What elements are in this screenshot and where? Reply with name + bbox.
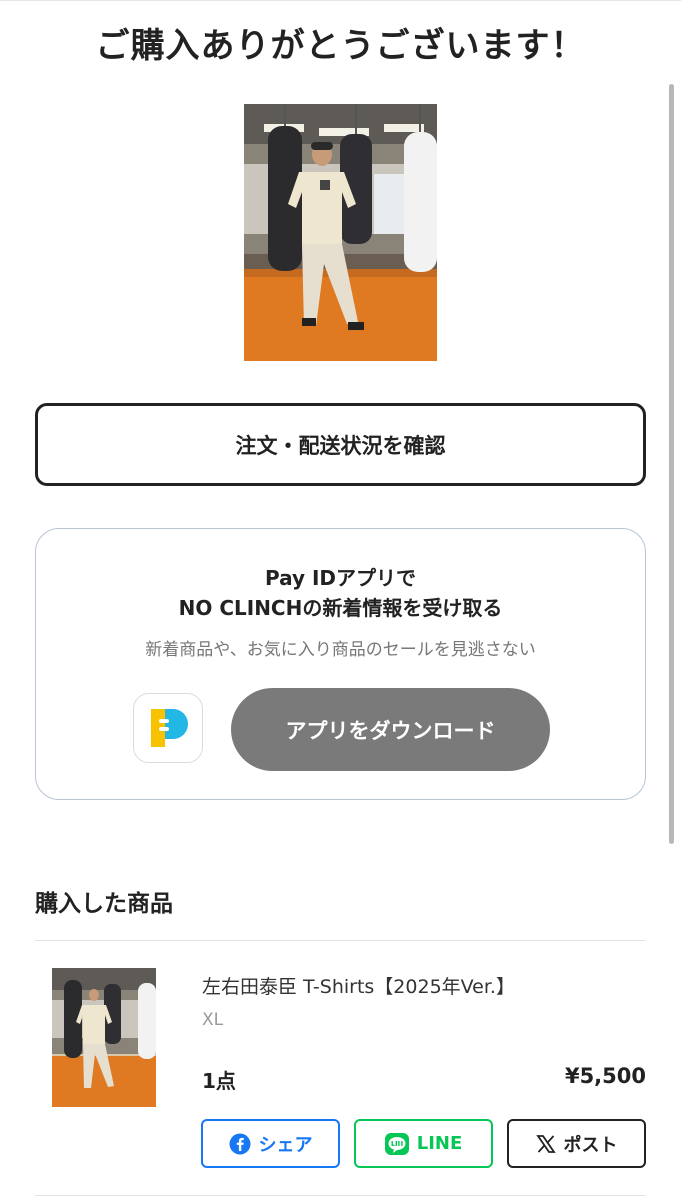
page-title: ご購入ありがとうございます！	[95, 26, 586, 66]
top-divider	[0, 0, 681, 1]
scrollbar[interactable]	[669, 84, 674, 844]
line-share-button[interactable]: LINE	[354, 1119, 493, 1168]
facebook-share-button[interactable]: シェア	[201, 1119, 340, 1168]
purchased-section-title: 購入した商品	[35, 891, 173, 917]
order-status-button[interactable]: 注文・配送状況を確認	[35, 403, 646, 486]
section-divider	[35, 940, 646, 941]
x-logo-icon	[535, 1134, 556, 1153]
product-name[interactable]: 左右田泰臣 T-Shirts【2025年Ver.】	[202, 972, 515, 999]
line-icon	[384, 1132, 409, 1155]
app-promo-title: Pay IDアプリで NO CLINCHの新着情報を受け取る	[36, 563, 645, 623]
facebook-icon	[229, 1133, 250, 1154]
product-variant: XL	[202, 1010, 224, 1030]
product-quantity: 1点	[202, 1069, 236, 1093]
product-thumbnail[interactable]	[52, 968, 156, 1107]
app-promo-title-line1: Pay IDアプリで	[264, 566, 417, 590]
app-promo-subtitle: 新着商品や、お気に入り商品のセールを見逃さない	[145, 640, 536, 660]
pay-id-app-icon[interactable]	[133, 693, 203, 763]
product-hero-image	[244, 104, 437, 361]
app-promo-card: Pay IDアプリで NO CLINCHの新着情報を受け取る 新着商品や、お気に…	[35, 528, 646, 800]
bottom-divider	[35, 1195, 646, 1196]
download-app-button[interactable]: アプリをダウンロード	[231, 688, 550, 771]
purchase-complete-page: ご購入ありがとうございます！ 注文・配送状況を確認 Pay IDアプリで NO …	[0, 0, 681, 1200]
x-post-button[interactable]: ポスト	[507, 1119, 646, 1168]
x-post-label: ポスト	[563, 1134, 618, 1156]
facebook-share-label: シェア	[258, 1134, 313, 1156]
line-share-label: LINE	[416, 1133, 463, 1154]
product-price: ¥5,500	[564, 1064, 646, 1088]
app-promo-title-line2: NO CLINCHの新着情報を受け取る	[178, 596, 503, 620]
